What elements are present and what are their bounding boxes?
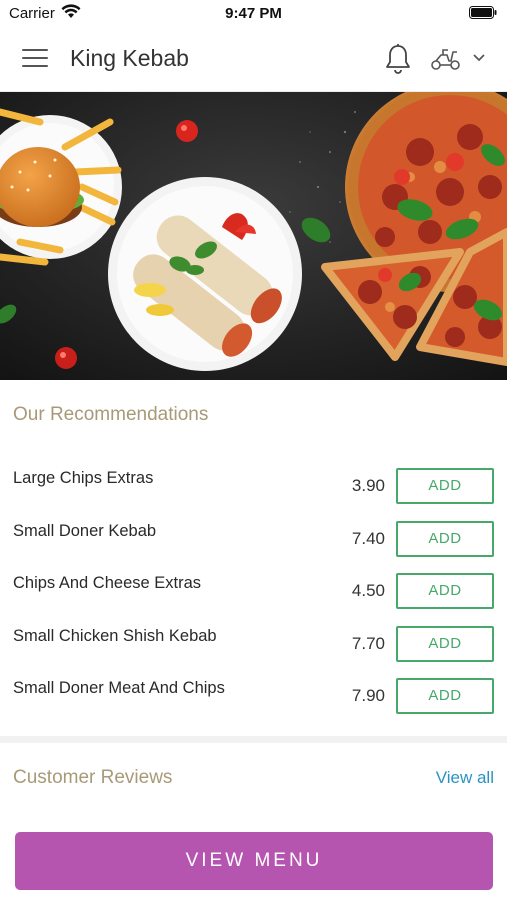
- list-item: Small Chicken Shish Kebab 7.70 ADD: [0, 620, 507, 673]
- list-item: Small Doner Kebab 7.40 ADD: [0, 515, 507, 568]
- add-button[interactable]: ADD: [396, 468, 494, 504]
- item-price: 4.50: [351, 581, 385, 600]
- list-item: Large Chips Extras 3.90 ADD: [0, 462, 507, 515]
- view-all-reviews-link[interactable]: View all: [436, 768, 494, 788]
- hero-banner: [0, 92, 507, 380]
- item-price: 7.90: [351, 686, 385, 705]
- list-item: Small Doner Meat And Chips 7.90 ADD: [0, 672, 507, 725]
- item-name: Small Chicken Shish Kebab: [13, 626, 217, 645]
- delivery-mode-button[interactable]: [430, 46, 462, 77]
- bell-icon: [386, 44, 410, 74]
- add-button[interactable]: ADD: [396, 678, 494, 714]
- add-button[interactable]: ADD: [396, 573, 494, 609]
- food-banner-image: [0, 92, 507, 380]
- location-dropdown-button[interactable]: [471, 51, 487, 69]
- item-name: Small Doner Meat And Chips: [13, 679, 225, 697]
- notifications-button[interactable]: [384, 43, 412, 80]
- item-name: Small Doner Kebab: [13, 521, 157, 540]
- view-menu-button[interactable]: VIEW MENU: [15, 832, 493, 890]
- battery-icon: [469, 6, 497, 19]
- item-name: Large Chips Extras: [13, 469, 154, 487]
- chevron-down-icon: [473, 54, 485, 62]
- add-button[interactable]: ADD: [396, 625, 494, 662]
- reviews-title: Customer Reviews: [13, 767, 173, 788]
- menu-icon: [22, 49, 48, 67]
- page-title: King Kebab: [70, 45, 189, 71]
- recommendations-list: Large Chips Extras 3.90 ADD Small Doner …: [0, 462, 507, 725]
- list-item: Chips And Cheese Extras 4.50 ADD: [0, 567, 507, 620]
- app-header: King Kebab: [0, 26, 507, 92]
- delivery-scooter-icon: [431, 49, 460, 70]
- add-button[interactable]: ADD: [396, 520, 494, 557]
- recommendations-title: Our Recommendations: [13, 404, 209, 425]
- status-time: 9:47 PM: [225, 5, 282, 22]
- item-price: 3.90: [351, 476, 385, 495]
- menu-button[interactable]: [22, 49, 48, 69]
- status-bar: Carrier 9:47 PM: [0, 0, 507, 26]
- section-divider: [0, 736, 507, 743]
- item-price: 7.40: [351, 528, 385, 548]
- item-price: 7.70: [351, 633, 385, 653]
- item-name: Chips And Cheese Extras: [13, 574, 202, 592]
